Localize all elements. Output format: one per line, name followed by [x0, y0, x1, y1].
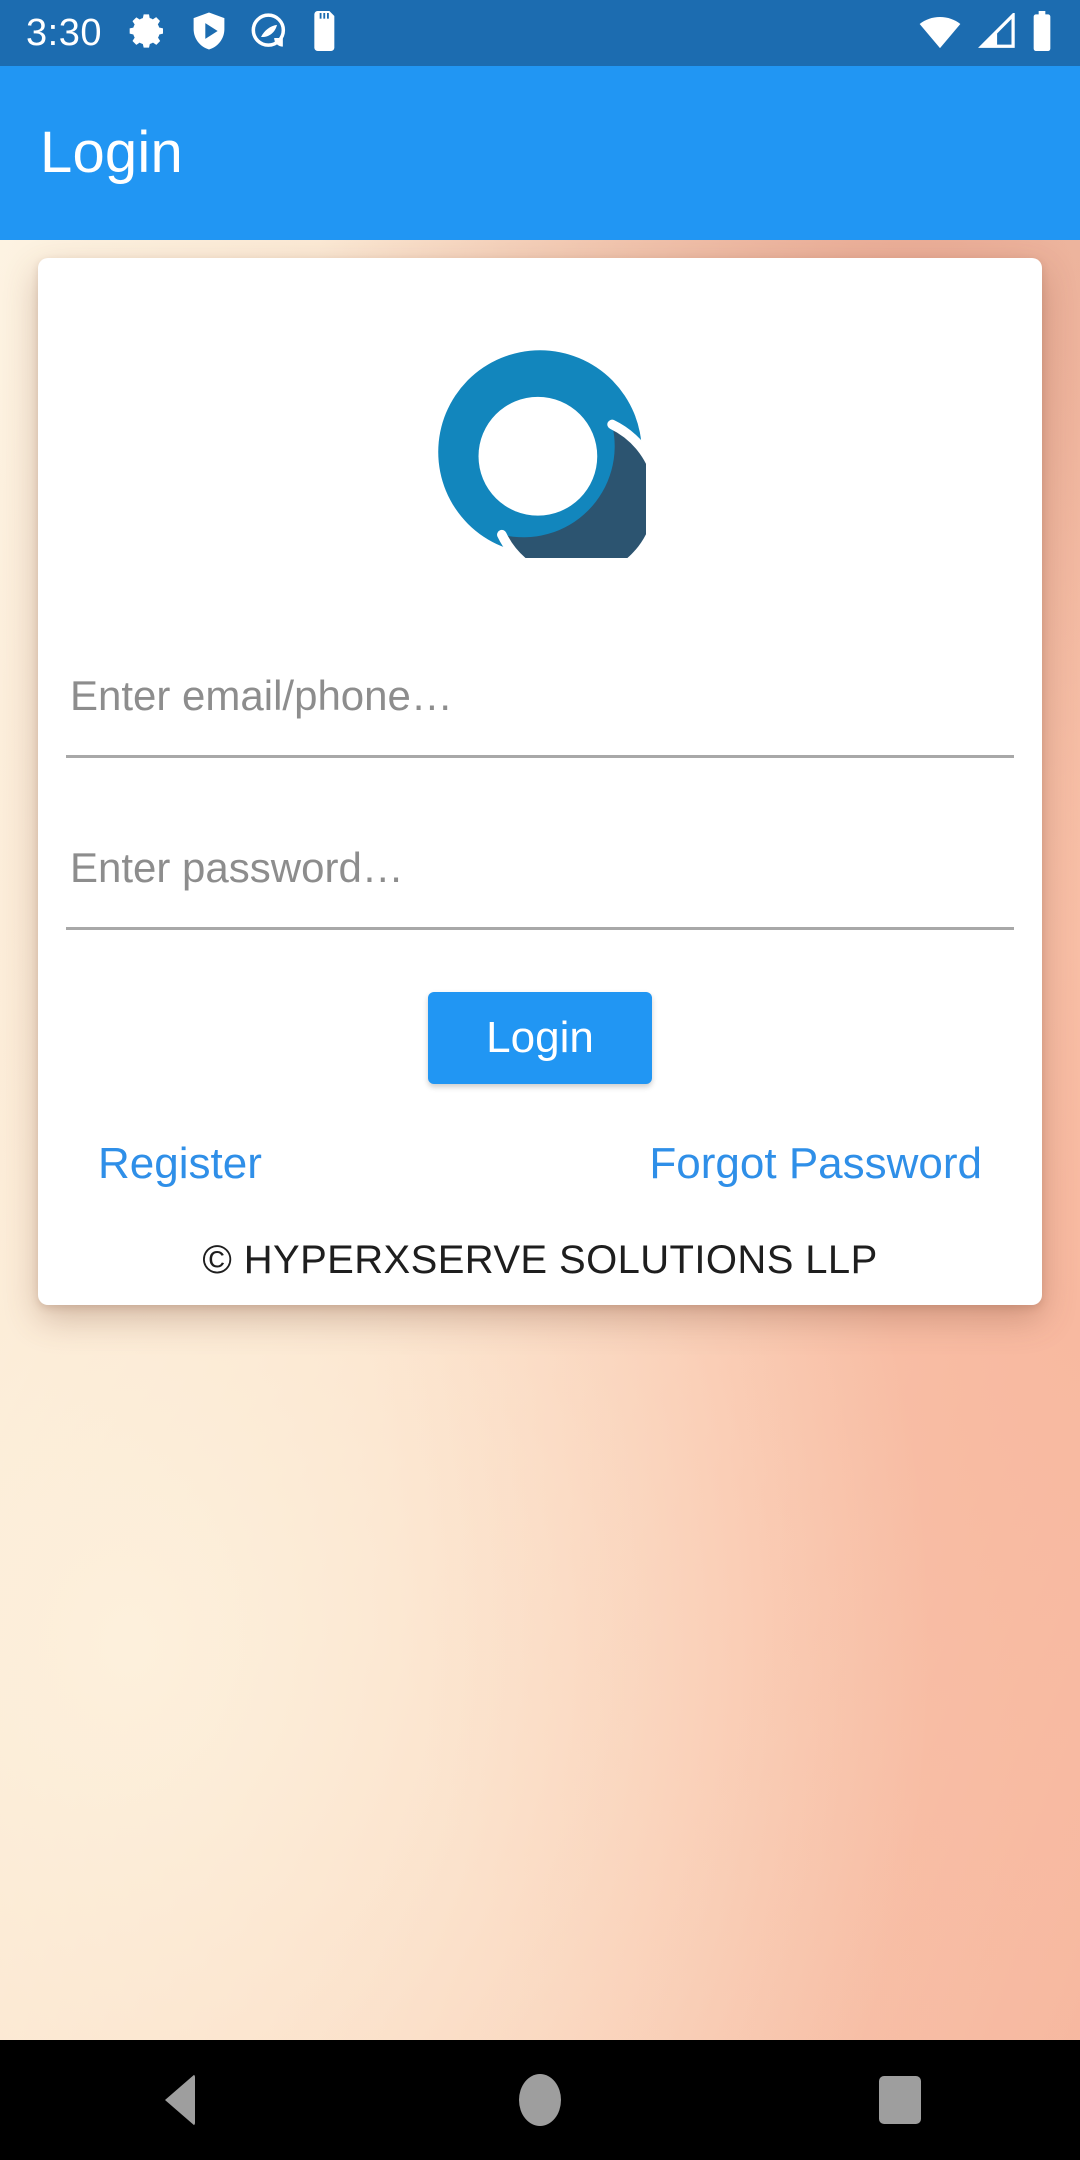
play-protect-shield-icon [190, 11, 228, 56]
nav-recents-button[interactable] [820, 2040, 980, 2160]
email-field-wrapper[interactable] [66, 642, 1014, 758]
password-field-wrapper[interactable] [66, 814, 1014, 930]
cellular-signal-icon [976, 10, 1016, 54]
settings-gear-icon [128, 11, 168, 56]
hyperxserve-logo [438, 350, 646, 558]
login-card: Login Register Forgot Password © HYPERXS… [38, 258, 1042, 1305]
status-bar-left-icon-group [128, 10, 340, 56]
battery-full-icon [1030, 10, 1054, 56]
status-clock: 3:30 [26, 12, 102, 54]
page-title: Login [40, 120, 183, 185]
circular-app-icon [250, 11, 290, 56]
home-circle-icon [519, 2074, 561, 2126]
copyright-text: © HYPERXSERVE SOLUTIONS LLP [202, 1238, 878, 1282]
nav-back-button[interactable] [100, 2040, 260, 2160]
android-navigation-bar [0, 2040, 1080, 2160]
logo-container [38, 258, 1042, 642]
status-bar-right-icon-group [918, 10, 1054, 56]
password-input[interactable] [66, 843, 1014, 892]
forgot-password-link[interactable]: Forgot Password [649, 1142, 982, 1186]
recents-square-icon [879, 2076, 921, 2124]
login-button[interactable]: Login [428, 992, 652, 1084]
phone-screen: 3:30 Login Enter email/phone… Login Regi… [0, 0, 1080, 2160]
status-bar: 3:30 [0, 0, 1080, 66]
app-bar: Login [0, 66, 1080, 240]
email-input[interactable] [66, 671, 1014, 720]
login-button-row: Login [38, 992, 1042, 1084]
auxiliary-links-row: Register Forgot Password [98, 1142, 982, 1186]
register-link[interactable]: Register [98, 1142, 262, 1186]
nav-home-button[interactable] [460, 2040, 620, 2160]
wifi-icon [918, 13, 962, 54]
sd-card-icon [312, 10, 340, 56]
back-triangle-icon [165, 2074, 195, 2126]
